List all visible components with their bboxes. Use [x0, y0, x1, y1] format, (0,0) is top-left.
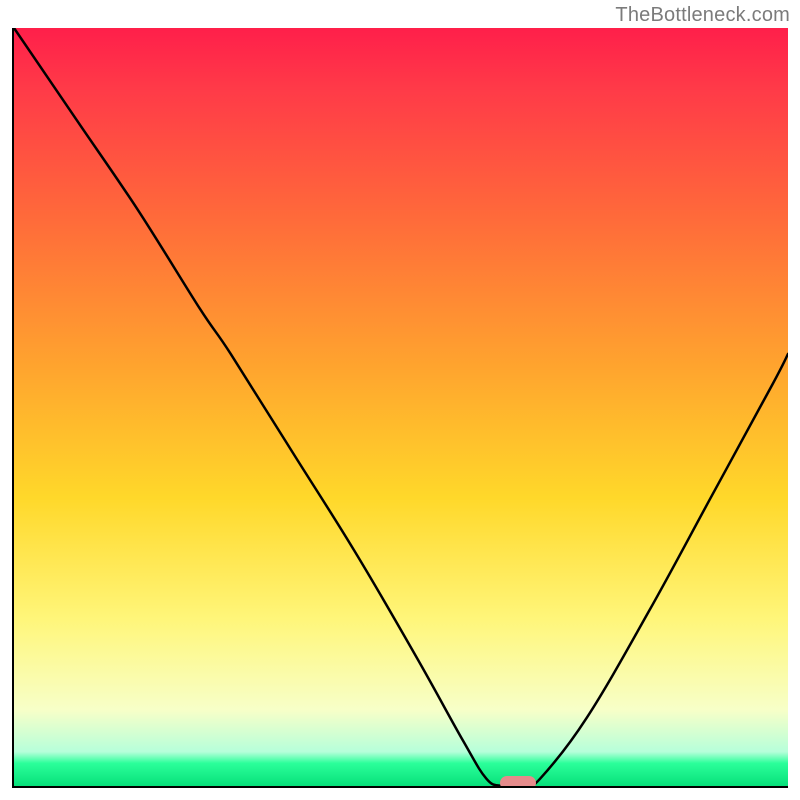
plot-area: [12, 28, 788, 788]
bottleneck-chart: TheBottleneck.com: [0, 0, 800, 800]
optimal-marker: [500, 776, 536, 788]
heat-gradient: [14, 28, 788, 786]
attribution-label: TheBottleneck.com: [615, 4, 790, 27]
